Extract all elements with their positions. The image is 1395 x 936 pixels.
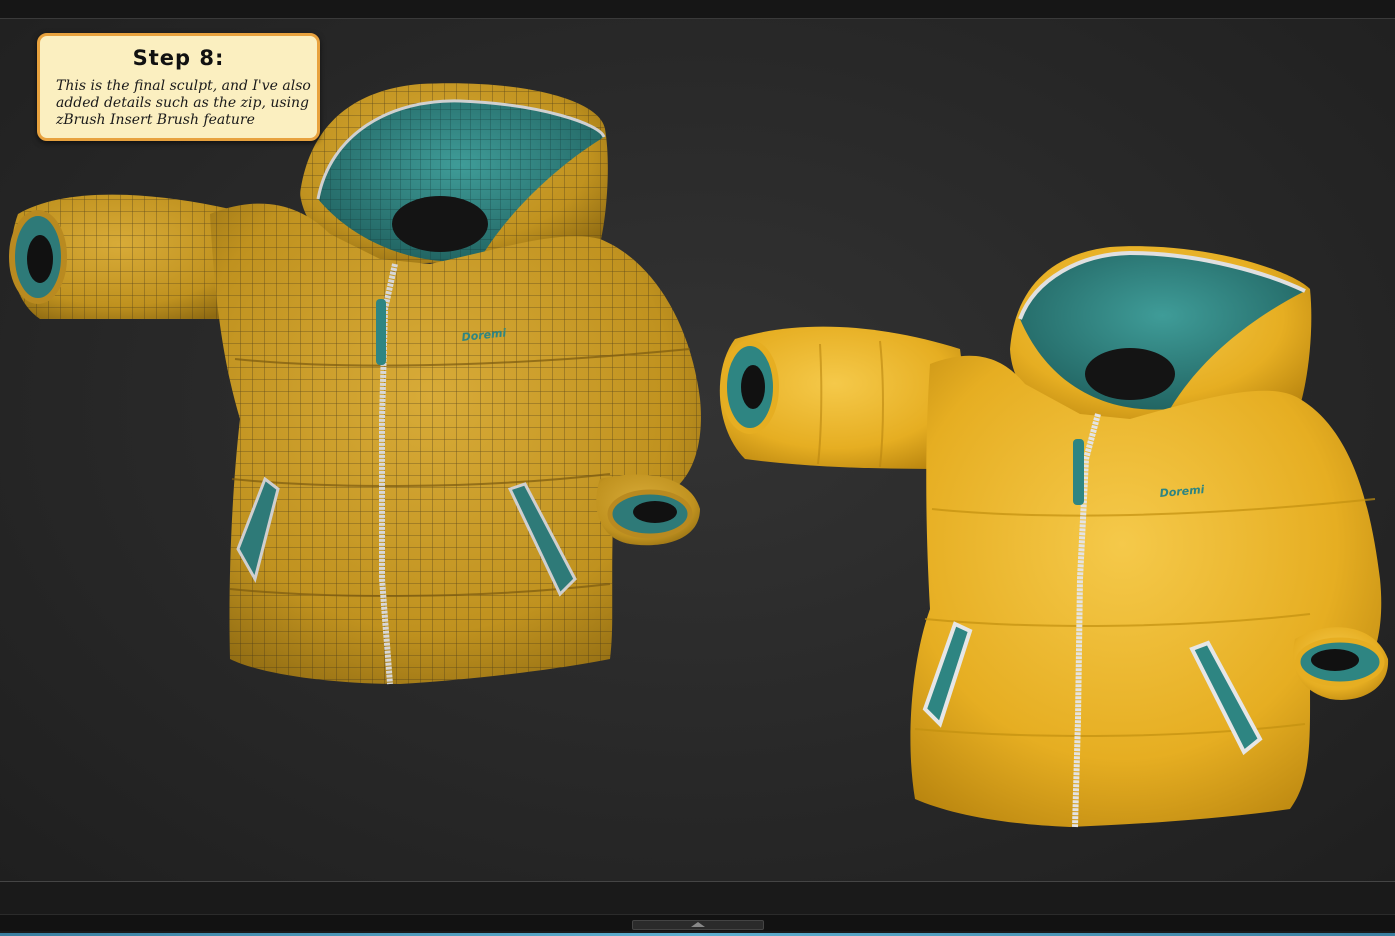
step-description: This is the final sculpt, and I've also … <box>56 78 311 128</box>
final-jacket-model[interactable]: Doremi <box>719 246 1389 828</box>
wireframe-jacket-model[interactable]: Doremi <box>9 83 701 685</box>
step-callout: Step 8: This is the final sculpt, and I'… <box>37 33 320 141</box>
chevron-up-icon <box>691 922 705 927</box>
step-title: Step 8: <box>132 46 225 70</box>
zipper-pull <box>1073 439 1084 505</box>
jacket-body <box>910 355 1382 827</box>
bottom-shelf <box>0 881 1395 936</box>
tray-collapse-handle[interactable] <box>632 920 764 930</box>
top-toolbar <box>0 0 1395 19</box>
viewport-canvas: Doremi Doremi <box>9 83 1389 828</box>
3d-viewport[interactable]: Doremi Doremi Step 8: This is the final … <box>0 19 1395 881</box>
zipper-pull <box>376 299 386 365</box>
